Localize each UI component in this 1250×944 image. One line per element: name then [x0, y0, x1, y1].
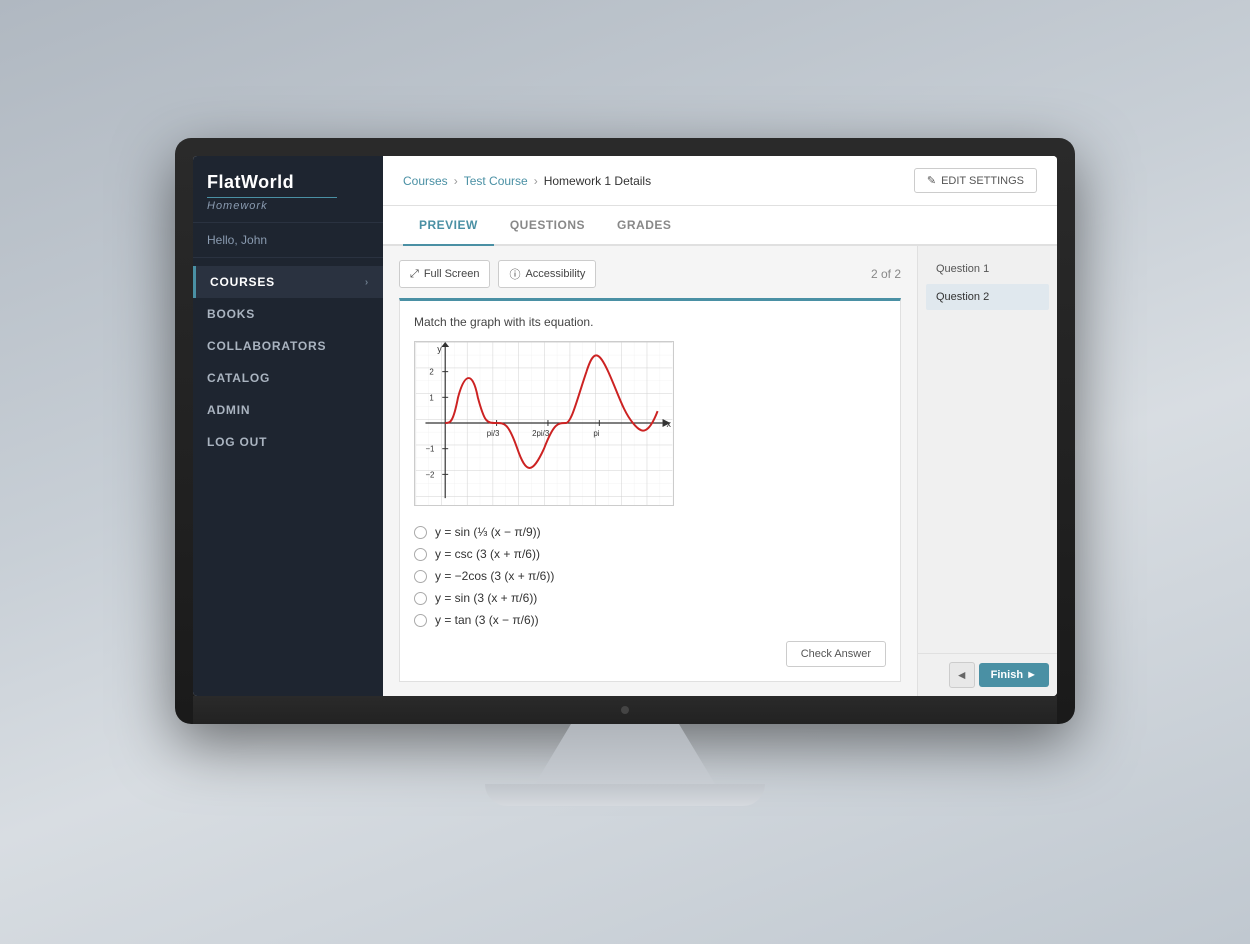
tabs-bar: PREVIEW QUESTIONS GRADES	[383, 206, 1057, 246]
toolbar-left: ⤢ Full Screen ⓘ Accessibility	[399, 260, 596, 288]
sidebar-item-label: LOG OUT	[207, 435, 267, 449]
breadcrumb-test-course[interactable]: Test Course	[464, 174, 528, 188]
accessibility-icon: ⓘ	[509, 266, 520, 282]
sidebar-item-label: COLLABORATORS	[207, 339, 326, 353]
question-list: Question 1 Question 2	[918, 246, 1057, 653]
answer-choice-3[interactable]: y = −2cos (3 (x + π/6))	[414, 569, 886, 583]
sidebar: FlatWorld Homework Hello, John COURSES ›…	[193, 156, 383, 696]
tab-questions[interactable]: QUESTIONS	[494, 206, 601, 246]
answer-choice-1[interactable]: y = sin (⅓ (x − π/9))	[414, 525, 886, 539]
answer-choices: y = sin (⅓ (x − π/9)) y = csc (3 (x + π/…	[414, 525, 886, 627]
sidebar-item-label: BOOKS	[207, 307, 255, 321]
sidebar-item-courses[interactable]: COURSES ›	[193, 266, 383, 298]
radio-button-1[interactable]	[414, 526, 427, 539]
sidebar-item-admin[interactable]: ADMIN	[193, 394, 383, 426]
logo-divider	[207, 197, 337, 198]
svg-text:−1: −1	[425, 445, 434, 454]
tab-grades[interactable]: GRADES	[601, 206, 687, 246]
answer-choice-2[interactable]: y = csc (3 (x + π/6))	[414, 547, 886, 561]
monitor-stand-base	[485, 784, 765, 806]
radio-button-3[interactable]	[414, 570, 427, 583]
sidebar-item-logout[interactable]: LOG OUT	[193, 426, 383, 458]
check-answer-button[interactable]: Check Answer	[786, 641, 886, 667]
tab-preview[interactable]: PREVIEW	[403, 206, 494, 246]
graph-svg: x y 1 2 −1 −2	[414, 341, 674, 506]
graph-container: x y 1 2 −1 −2	[414, 341, 886, 511]
question-counter: 2 of 2	[871, 267, 901, 281]
monitor-stand-top	[535, 724, 715, 784]
question-nav-item-1[interactable]: Question 1	[926, 256, 1049, 282]
svg-text:x: x	[666, 419, 671, 429]
breadcrumb-sep: ›	[454, 174, 458, 188]
svg-text:y: y	[437, 344, 442, 354]
breadcrumb-bar: Courses › Test Course › Homework 1 Detai…	[383, 156, 1057, 206]
svg-text:2pi/3: 2pi/3	[532, 429, 550, 438]
breadcrumb-courses[interactable]: Courses	[403, 174, 448, 188]
pencil-icon: ✎	[927, 174, 936, 187]
radio-button-5[interactable]	[414, 614, 427, 627]
main-content: Courses › Test Course › Homework 1 Detai…	[383, 156, 1057, 696]
logo-area: FlatWorld Homework	[193, 156, 383, 223]
question-panel: Question 1 Question 2 ◄ Finish ►	[917, 246, 1057, 696]
sidebar-item-catalog[interactable]: CATALOG	[193, 362, 383, 394]
sidebar-item-label: CATALOG	[207, 371, 270, 385]
svg-text:pi: pi	[593, 429, 599, 438]
svg-text:pi/3: pi/3	[487, 429, 500, 438]
radio-button-2[interactable]	[414, 548, 427, 561]
answer-choice-4[interactable]: y = sin (3 (x + π/6))	[414, 591, 886, 605]
prev-button[interactable]: ◄	[949, 662, 975, 688]
question-prompt: Match the graph with its equation.	[414, 315, 886, 329]
content-area: ⤢ Full Screen ⓘ Accessibility 2 of 2	[383, 246, 1057, 696]
question-main: ⤢ Full Screen ⓘ Accessibility 2 of 2	[383, 246, 917, 696]
check-answer-row: Check Answer	[414, 641, 886, 667]
fullscreen-button[interactable]: ⤢ Full Screen	[399, 260, 490, 288]
sidebar-item-books[interactable]: BOOKS	[193, 298, 383, 330]
question-bottom-nav: ◄ Finish ►	[918, 653, 1057, 696]
sidebar-item-collaborators[interactable]: COLLABORATORS	[193, 330, 383, 362]
breadcrumb-sep2: ›	[534, 174, 538, 188]
svg-text:2: 2	[429, 368, 433, 377]
fullscreen-icon: ⤢	[410, 268, 419, 281]
toolbar-row: ⤢ Full Screen ⓘ Accessibility 2 of 2	[399, 260, 901, 288]
logo-title: FlatWorld	[207, 172, 369, 193]
monitor-camera	[621, 706, 629, 714]
logo-subtitle: Homework	[207, 200, 369, 212]
sidebar-item-label: ADMIN	[207, 403, 250, 417]
breadcrumb-current: Homework 1 Details	[544, 174, 651, 188]
breadcrumb: Courses › Test Course › Homework 1 Detai…	[403, 174, 651, 188]
answer-choice-5[interactable]: y = tan (3 (x − π/6))	[414, 613, 886, 627]
radio-button-4[interactable]	[414, 592, 427, 605]
monitor-chin	[193, 696, 1057, 724]
question-nav-item-2[interactable]: Question 2	[926, 284, 1049, 310]
user-greeting: Hello, John	[193, 223, 383, 258]
sidebar-item-label: COURSES	[210, 275, 275, 289]
sidebar-nav: COURSES › BOOKS COLLABORATORS CATALOG AD…	[193, 258, 383, 696]
edit-settings-label: EDIT SETTINGS	[941, 175, 1024, 187]
accessibility-button[interactable]: ⓘ Accessibility	[498, 260, 596, 288]
edit-settings-button[interactable]: ✎ EDIT SETTINGS	[914, 168, 1037, 193]
finish-button[interactable]: Finish ►	[979, 663, 1049, 687]
svg-text:1: 1	[429, 393, 433, 402]
svg-text:−2: −2	[425, 470, 434, 479]
question-card: Match the graph with its equation.	[399, 298, 901, 682]
chevron-icon: ›	[365, 277, 369, 288]
